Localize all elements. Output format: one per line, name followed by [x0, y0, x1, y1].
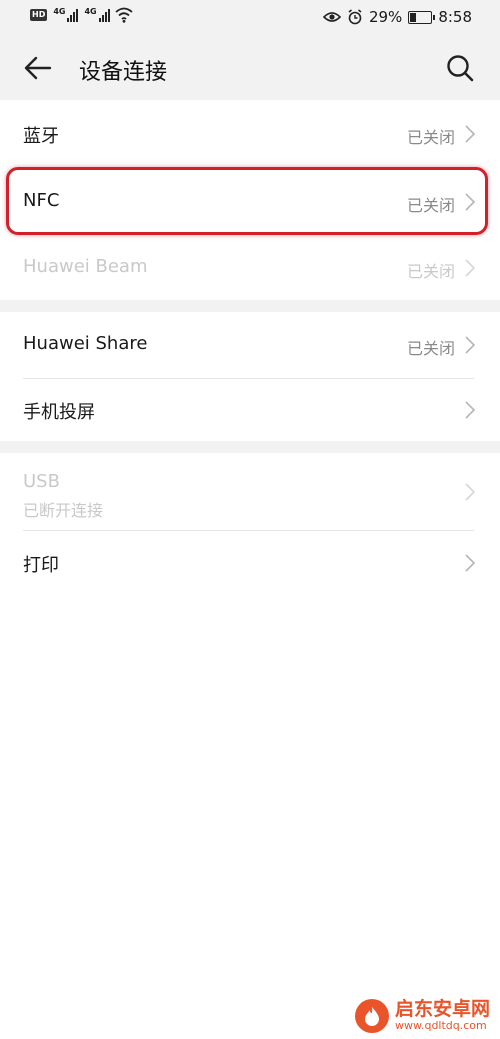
settings-item-screen-projection[interactable]: 手机投屏 — [0, 379, 500, 441]
settings-item-nfc[interactable]: NFC 已关闭 — [0, 167, 500, 234]
settings-item-label: Huawei Beam — [23, 256, 148, 277]
settings-item-label: 手机投屏 — [23, 402, 95, 423]
chevron-right-icon — [465, 401, 476, 419]
chevron-right-icon — [465, 193, 476, 211]
watermark-logo-icon — [354, 999, 389, 1033]
settings-item-huawei-share[interactable]: Huawei Share 已关闭 — [0, 312, 500, 378]
section-gap — [0, 441, 500, 453]
status-right-icons: 29% 8:58 — [322, 8, 472, 26]
settings-item-status: 已关闭 — [406, 128, 455, 147]
clock: 8:58 — [438, 8, 472, 26]
battery-percentage: 29% — [368, 8, 403, 26]
settings-item-label: NFC — [23, 190, 60, 211]
chevron-right-icon — [465, 336, 476, 354]
eye-comfort-icon — [322, 12, 341, 22]
status-bar: HD 4G 4G 29% 8:58 — [0, 0, 500, 36]
back-arrow-icon[interactable] — [22, 52, 54, 84]
chevron-right-icon — [465, 554, 476, 572]
app-bar: 设备连接 — [0, 36, 500, 100]
watermark-title: 启东安卓网 — [394, 998, 490, 1021]
settings-item-label: Huawei Share — [23, 333, 148, 354]
chevron-right-icon — [465, 483, 476, 501]
flame-icon — [364, 1007, 379, 1026]
settings-item-status: 已关闭 — [406, 196, 455, 215]
alarm-icon — [348, 9, 362, 25]
battery-icon — [408, 10, 436, 24]
settings-item-print[interactable]: 打印 — [0, 531, 500, 595]
signal-icon: 4G — [53, 7, 79, 22]
wifi-icon — [115, 7, 133, 23]
site-watermark: 启东安卓网 www.qdltdq.com — [354, 998, 490, 1033]
network-type-label: 4G — [84, 7, 97, 16]
section-gap — [0, 300, 500, 312]
chevron-right-icon — [465, 259, 476, 277]
chevron-right-icon — [465, 125, 476, 143]
page-title: 设备连接 — [79, 60, 168, 85]
settings-item-status: 已关闭 — [406, 262, 455, 281]
watermark-url: www.qdltdq.com — [394, 1019, 487, 1033]
battery-level-fill — [410, 12, 417, 22]
status-left-icons: HD 4G 4G — [30, 7, 134, 23]
settings-item-label: USB — [23, 471, 60, 492]
settings-item-huawei-beam: Huawei Beam 已关闭 — [0, 234, 500, 300]
settings-item-bluetooth[interactable]: 蓝牙 已关闭 — [0, 100, 500, 167]
settings-item-status: 已关闭 — [406, 339, 455, 358]
signal-icon: 4G — [84, 7, 110, 22]
settings-item-label: 打印 — [23, 555, 59, 576]
settings-item-subtitle: 已断开连接 — [23, 501, 104, 520]
search-icon[interactable] — [444, 52, 476, 84]
network-type-label: 4G — [53, 7, 66, 16]
settings-item-usb: USB 已断开连接 — [0, 453, 500, 530]
hd-badge: HD — [30, 9, 48, 21]
settings-item-label: 蓝牙 — [23, 126, 59, 147]
